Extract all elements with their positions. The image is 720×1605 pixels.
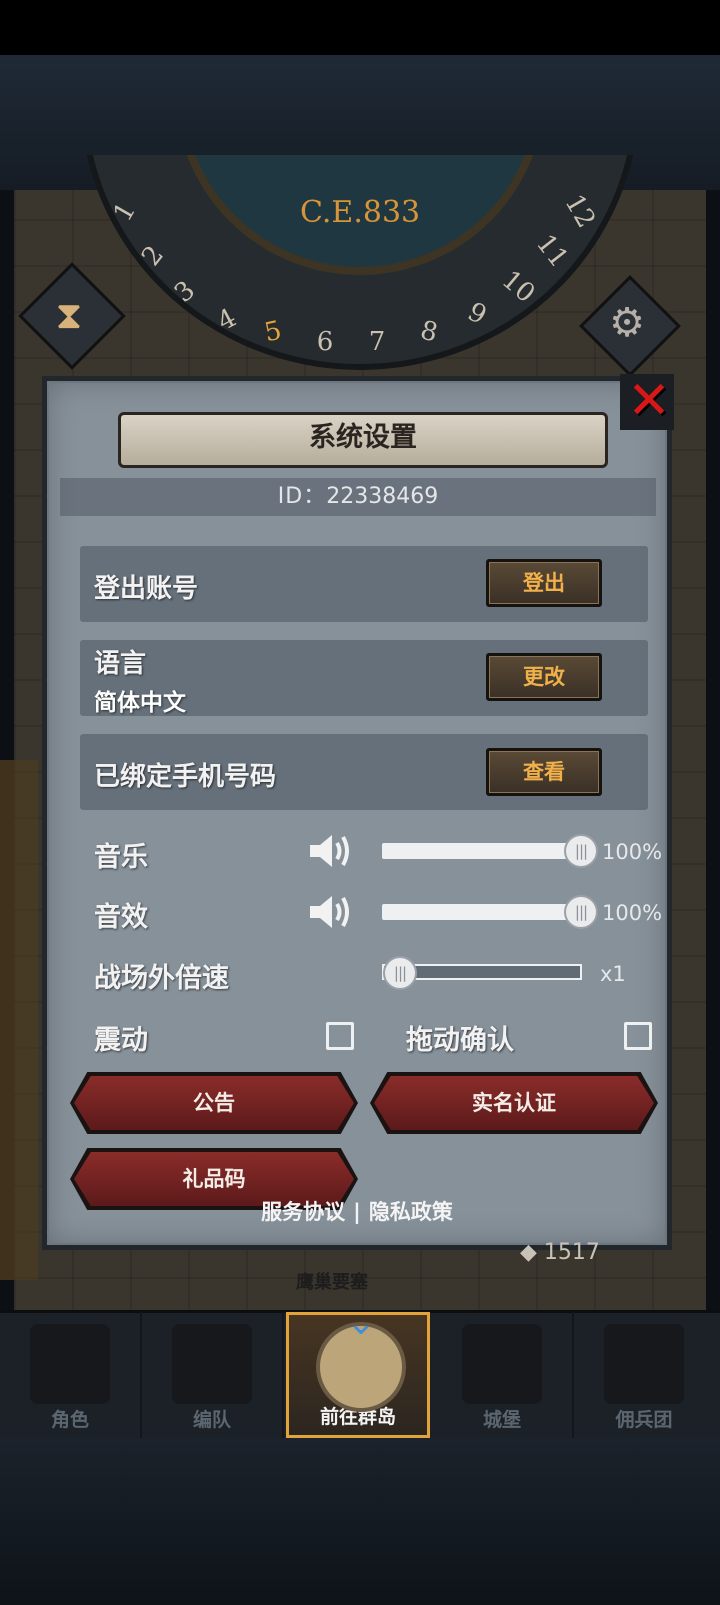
resource-counter: ◆ 1517	[520, 1240, 700, 1270]
clock-number: 6	[316, 327, 334, 357]
privacy-policy-link[interactable]: 隐私政策	[369, 1200, 453, 1224]
logout-button[interactable]: 登出	[486, 559, 602, 607]
change-language-button[interactable]: 更改	[486, 653, 602, 701]
nav-item-mercenaries[interactable]: 佣兵团	[574, 1312, 714, 1438]
chevron-down-icon: ⌄	[346, 1303, 376, 1343]
resource-count: 1517	[543, 1240, 600, 1265]
music-slider-track[interactable]	[382, 843, 582, 859]
knight-icon	[30, 1324, 110, 1404]
music-percent: 100%	[602, 840, 663, 864]
drag-confirm-checkbox[interactable]	[624, 1022, 652, 1050]
nav-label: 城堡	[482, 1409, 521, 1431]
language-value: 简体中文	[94, 690, 186, 716]
speed-label: 战场外倍速	[94, 963, 229, 994]
language-label: 语言	[94, 649, 147, 679]
sfx-slider-knob[interactable]: |||	[564, 895, 598, 929]
vibrate-label: 震动	[94, 1025, 148, 1056]
close-icon[interactable]: ✕	[626, 375, 672, 427]
sfx-speaker-icon[interactable]	[308, 892, 352, 932]
vibrate-checkbox[interactable]	[326, 1022, 354, 1050]
nav-label: 角色	[50, 1409, 89, 1431]
helmet-icon	[172, 1324, 252, 1404]
bottom-background	[0, 1438, 720, 1605]
sfx-percent: 100%	[602, 901, 663, 925]
speed-slider-knob[interactable]: |||	[383, 956, 417, 990]
era-clock: C.E.833 1 2 3 4 5 6 7 8 9 10 11 12	[80, 155, 640, 370]
music-slider-knob[interactable]: |||	[564, 834, 598, 868]
nav-label: 编队	[192, 1409, 231, 1431]
nav-label: 佣兵团	[615, 1409, 673, 1431]
gear-icon[interactable]: ⚙	[602, 296, 652, 350]
castle-icon	[462, 1324, 542, 1404]
ship-icon	[604, 1324, 684, 1404]
phone-label: 已绑定手机号码	[94, 762, 277, 792]
user-id-value: 22338469	[326, 484, 439, 509]
nav-item-character[interactable]: 角色	[0, 1312, 142, 1438]
sfx-slider-track[interactable]	[382, 904, 582, 920]
sfx-label: 音效	[94, 902, 148, 933]
user-id: ID：22338469	[60, 478, 656, 516]
music-speaker-icon[interactable]	[308, 831, 352, 871]
nav-item-formation[interactable]: 编队	[142, 1312, 284, 1438]
announcement-button[interactable]: 公告	[74, 1076, 354, 1130]
link-separator: |	[353, 1200, 361, 1224]
dialog-title: 系统设置	[309, 422, 417, 453]
realname-verification-button[interactable]: 实名认证	[374, 1076, 654, 1130]
top-black-band	[0, 0, 720, 55]
drag-confirm-label: 拖动确认	[406, 1025, 514, 1056]
nav-item-castle[interactable]: 城堡	[432, 1312, 574, 1438]
hourglass-icon[interactable]: ⧗	[44, 290, 94, 340]
gem-icon: ◆	[520, 1240, 544, 1265]
clock-number-current: 5	[261, 315, 285, 349]
music-label: 音乐	[94, 842, 148, 873]
location-label: 鹰巢要塞	[296, 1272, 368, 1293]
logout-label: 登出账号	[94, 574, 199, 604]
view-phone-button[interactable]: 查看	[486, 748, 602, 796]
user-id-label: ID：	[277, 484, 327, 509]
era-text: C.E.833	[300, 195, 421, 230]
legal-links: 服务协议 | 隐私政策	[42, 1196, 672, 1226]
clock-number: 7	[368, 327, 386, 357]
terms-of-service-link[interactable]: 服务协议	[261, 1200, 345, 1224]
speed-value: x1	[600, 962, 626, 986]
